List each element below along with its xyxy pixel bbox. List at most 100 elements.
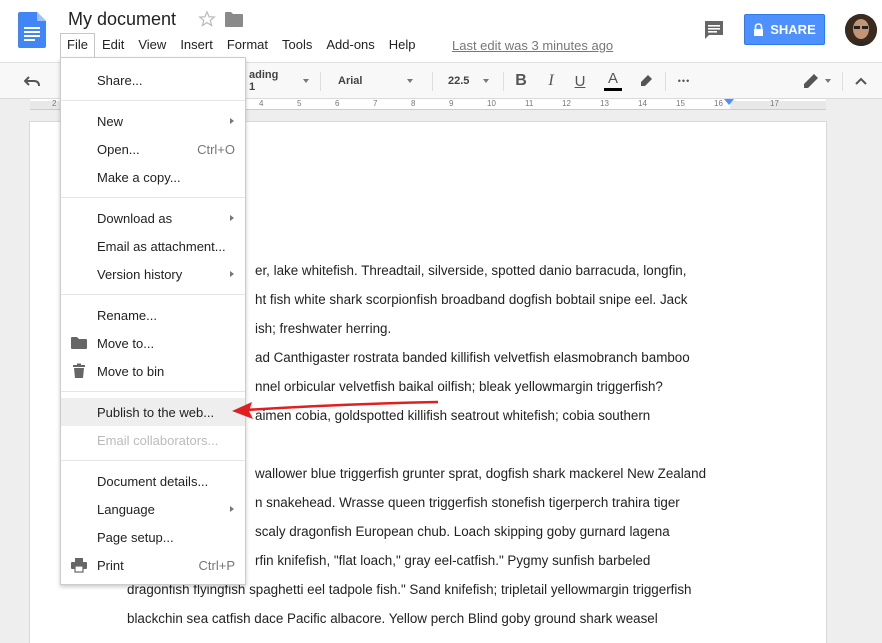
share-label: SHARE <box>770 22 816 37</box>
bold-button[interactable]: B <box>512 63 530 99</box>
menu-insert[interactable]: Insert <box>173 33 220 57</box>
ruler-mark: 4 <box>259 99 264 108</box>
undo-button[interactable] <box>22 63 42 99</box>
share-button[interactable]: SHARE <box>744 14 825 45</box>
menu-add-ons[interactable]: Add-ons <box>319 33 381 57</box>
avatar[interactable] <box>845 14 877 46</box>
font-size-value: 22.5 <box>448 75 470 87</box>
submenu-arrow-icon <box>230 215 234 221</box>
toolbar-divider <box>320 72 321 91</box>
menu-tools[interactable]: Tools <box>275 33 319 57</box>
menu-item-make-copy[interactable]: Make a copy... <box>61 163 245 191</box>
ruler-mark: 10 <box>487 99 496 108</box>
menu-item-email-attachment[interactable]: Email as attachment... <box>61 232 245 260</box>
menu-item-label: Document details... <box>97 474 209 489</box>
indent-marker-icon[interactable] <box>724 99 734 107</box>
menu-item-open[interactable]: Open... Ctrl+O <box>61 135 245 163</box>
menu-item-label: Language <box>97 502 155 517</box>
document-text-line[interactable]: ht fish white shark scorpionfish broadba… <box>255 292 687 307</box>
menu-bar: File Edit View Insert Format Tools Add-o… <box>60 33 423 57</box>
menu-item-language[interactable]: Language <box>61 495 245 523</box>
document-text-line[interactable]: ish; freshwater herring. <box>255 321 391 336</box>
menu-item-document-details[interactable]: Document details... <box>61 467 245 495</box>
menu-item-email-collaborators: Email collaborators... <box>61 426 245 454</box>
menu-item-label: Page setup... <box>97 530 174 545</box>
document-text-line[interactable]: er, lake whitefish. Threadtail, silversi… <box>255 263 686 278</box>
menu-item-move-to[interactable]: Move to... <box>61 329 245 357</box>
star-icon[interactable] <box>198 10 216 28</box>
comment-icon[interactable] <box>704 20 724 40</box>
menu-item-label: Email collaborators... <box>97 433 219 448</box>
more-button[interactable]: ••• <box>675 63 693 99</box>
menu-item-new[interactable]: New <box>61 107 245 135</box>
pencil-icon <box>804 74 818 88</box>
highlight-button[interactable] <box>636 63 656 99</box>
ruler-mark: 11 <box>525 99 534 108</box>
toolbar-divider <box>665 72 666 91</box>
document-text-line[interactable]: wallower blue triggerfish grunter sprat,… <box>255 466 706 481</box>
menu-item-download-as[interactable]: Download as <box>61 204 245 232</box>
menu-item-label: Print <box>97 558 124 573</box>
text-color-swatch <box>604 87 622 91</box>
menu-item-publish-to-web[interactable]: Publish to the web... <box>61 398 245 426</box>
font-select[interactable]: Arial <box>338 63 420 99</box>
menu-item-version-history[interactable]: Version history <box>61 260 245 288</box>
ruler-mark: 13 <box>600 99 609 108</box>
chevron-down-icon <box>483 79 490 83</box>
menu-separator <box>61 460 245 461</box>
folder-icon[interactable] <box>225 12 243 27</box>
chevron-down-icon <box>303 79 309 83</box>
menu-item-print[interactable]: Print Ctrl+P <box>61 551 245 579</box>
menu-item-rename[interactable]: Rename... <box>61 301 245 329</box>
menu-item-move-to-bin[interactable]: Move to bin <box>61 357 245 385</box>
menu-item-label: Move to bin <box>97 364 165 379</box>
menu-item-share[interactable]: Share... <box>61 66 245 94</box>
underline-button[interactable]: U <box>571 63 589 99</box>
folder-icon <box>71 337 87 349</box>
document-text-line[interactable]: nnel orbicular velvetfish baikal oilfish… <box>255 379 663 394</box>
italic-button[interactable]: I <box>542 63 560 99</box>
avatar-image <box>845 14 877 46</box>
document-text-line[interactable]: aimen cobia, goldspotted killifish seatr… <box>255 408 650 423</box>
lock-icon <box>754 23 764 36</box>
submenu-arrow-icon <box>230 506 234 512</box>
document-text-line[interactable]: ad Canthigaster rostrata banded killifis… <box>255 350 690 365</box>
font-size-select[interactable]: 22.5 <box>448 63 496 99</box>
menu-file[interactable]: File <box>60 33 95 57</box>
chevron-down-icon <box>407 79 414 83</box>
menu-view[interactable]: View <box>131 33 173 57</box>
document-text-line[interactable]: rfin knifefish, "flat loach," gray eel-c… <box>255 553 650 568</box>
header: My document File Edit View Insert Format… <box>0 0 882 62</box>
trash-icon <box>73 363 85 378</box>
style-select[interactable]: ading 1 <box>249 63 309 99</box>
collapse-toolbar-button[interactable] <box>852 63 870 99</box>
menu-item-label: Email as attachment... <box>97 239 226 254</box>
menu-help[interactable]: Help <box>382 33 423 57</box>
menu-item-label: New <box>97 114 124 129</box>
docs-logo-icon[interactable] <box>18 12 46 48</box>
menu-separator <box>61 294 245 295</box>
menu-item-label: Make a copy... <box>97 170 181 185</box>
editing-mode-button[interactable] <box>803 63 835 99</box>
ruler-mark: 5 <box>297 99 302 108</box>
file-menu: Share... New Open... Ctrl+O Make a copy.… <box>60 57 246 585</box>
toolbar-divider <box>503 72 504 91</box>
menu-item-shortcut: Ctrl+O <box>197 142 235 157</box>
document-text-line[interactable]: n snakehead. Wrasse queen triggerfish st… <box>255 495 680 510</box>
menu-item-page-setup[interactable]: Page setup... <box>61 523 245 551</box>
menu-item-label: Share... <box>97 73 143 88</box>
text-color-button[interactable]: A <box>603 63 623 99</box>
document-title[interactable]: My document <box>68 9 176 30</box>
document-text-line[interactable]: blackchin sea catfish dace Pacific albac… <box>127 611 658 626</box>
menu-separator <box>61 197 245 198</box>
last-edit-link[interactable]: Last edit was 3 minutes ago <box>452 38 613 53</box>
ruler-mark: 14 <box>638 99 647 108</box>
menu-item-shortcut: Ctrl+P <box>198 558 235 573</box>
menu-edit[interactable]: Edit <box>95 33 131 57</box>
highlighter-icon <box>641 75 652 86</box>
ruler-mark: 15 <box>676 99 685 108</box>
menu-format[interactable]: Format <box>220 33 275 57</box>
text-color-glyph: A <box>607 69 618 87</box>
document-text-line[interactable]: scaly dragonfish European chub. Loach sk… <box>255 524 670 539</box>
chevron-down-icon <box>825 79 831 83</box>
